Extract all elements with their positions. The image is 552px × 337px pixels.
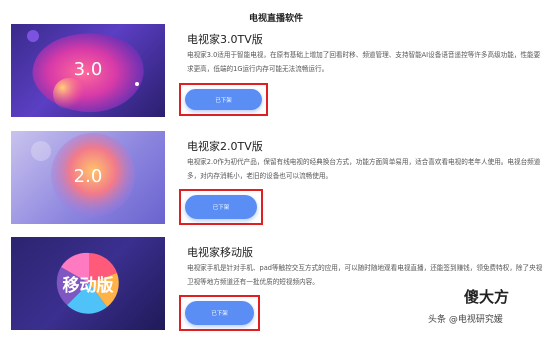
product-badge: 移动版: [62, 276, 114, 296]
download-button[interactable]: 已下架: [185, 301, 254, 325]
highlight-frame: 已下架: [179, 295, 260, 331]
watermark-source: 头条 @电视研究媛: [428, 315, 503, 325]
product-description: 电视家手机是针对手机、pad等触控交互方式的应用，可以随时随地观看电视直播，还能…: [187, 264, 543, 286]
product-image-3-0: 3.0: [11, 24, 165, 117]
product-name: 电视家移动版: [187, 246, 253, 259]
product-description: 电视家2.0作为初代产品，保留有线电视的经典换台方式，功能方面简单易用，适合喜欢…: [187, 158, 541, 180]
product-name: 电视家3.0TV版: [187, 33, 263, 46]
product-badge: 2.0: [73, 166, 103, 187]
highlight-frame: 已下架: [179, 189, 263, 225]
product-image-mobile: 移动版: [11, 237, 165, 330]
product-image-2-0: 2.0: [11, 131, 165, 224]
product-description: 电视家3.0适用于智能电视，在原有基础上增加了回看时移、频道管理、支持智能AI设…: [187, 51, 541, 73]
highlight-frame: 已下架: [179, 83, 268, 116]
product-name: 电视家2.0TV版: [187, 140, 263, 153]
page-title: 电视直播软件: [248, 14, 303, 24]
download-button[interactable]: 已下架: [185, 195, 257, 219]
download-button[interactable]: 已下架: [185, 89, 262, 110]
watermark-brand: 傻大方: [464, 288, 510, 306]
product-badge: 3.0: [73, 59, 103, 80]
